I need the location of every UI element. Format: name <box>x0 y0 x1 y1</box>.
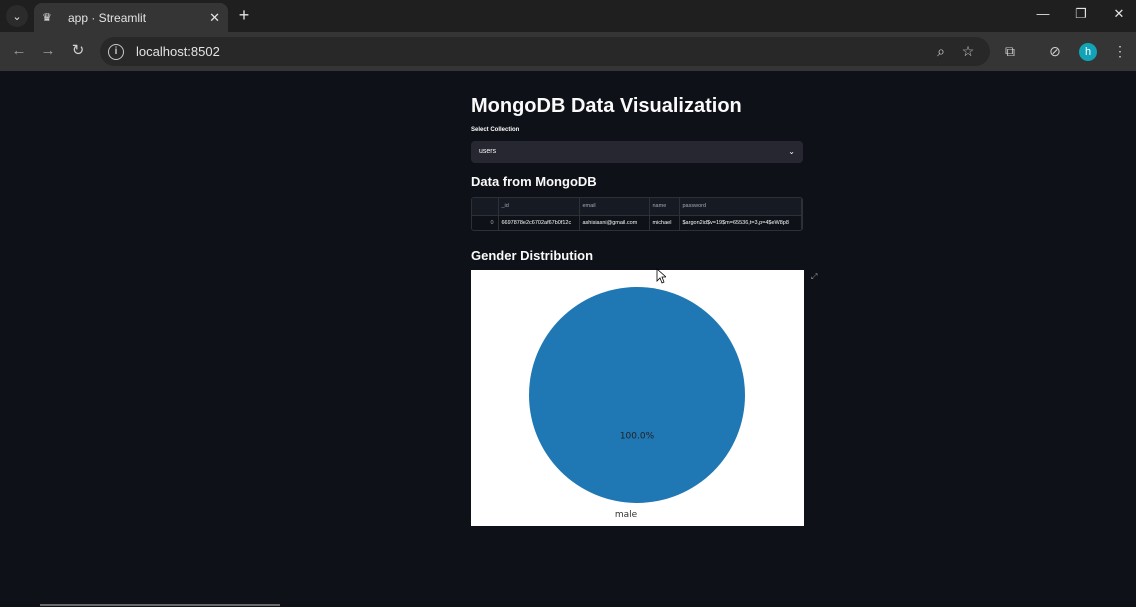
menu-dots-icon[interactable]: ⋮ <box>1110 41 1130 61</box>
column-header-email[interactable]: email <box>579 198 650 216</box>
column-header-index[interactable] <box>472 198 499 216</box>
profile-avatar[interactable]: h <box>1079 43 1097 61</box>
site-info-icon[interactable]: i <box>108 43 124 60</box>
select-collection-label: Select Collection <box>471 127 520 133</box>
streamlit-favicon-icon: ♛ <box>42 12 52 24</box>
restore-icon[interactable]: ❐ <box>1070 6 1092 22</box>
pie-slice-male <box>529 287 745 503</box>
minimize-icon[interactable]: — <box>1032 6 1054 21</box>
zoom-icon[interactable]: ⌕ <box>931 41 951 61</box>
browser-toolbar: ← → ↻ i localhost:8502 ⌕ ☆ ⧉ ⊘ ⋮ <box>0 32 1136 71</box>
window-close-icon[interactable]: ✕ <box>1108 6 1130 22</box>
forward-arrow-icon[interactable]: → <box>37 40 59 62</box>
collection-select[interactable]: users ⌄ <box>471 141 803 163</box>
table-header-row: _id email name password <box>472 198 802 216</box>
back-arrow-icon[interactable]: ← <box>8 40 30 62</box>
mouse-cursor-icon <box>656 268 666 284</box>
browser-tab-bar: ⌄ ♛ app · Streamlit ✕ + — ❐ ✕ <box>0 0 1136 32</box>
cell-name[interactable]: michael <box>649 215 680 230</box>
cell-id[interactable]: 6697878e2c6702af67b0f12c <box>498 215 580 230</box>
address-url: localhost:8502 <box>136 44 220 59</box>
new-tab-plus-icon[interactable]: + <box>234 5 254 25</box>
cell-index[interactable]: 0 <box>472 215 499 230</box>
table-row: 0 6697878e2c6702af67b0f12c ashisiasni@gm… <box>472 215 802 230</box>
chevron-down-icon: ⌄ <box>788 147 795 156</box>
collection-select-value: users <box>479 148 497 155</box>
address-bar[interactable]: i localhost:8502 <box>100 37 990 66</box>
bookmark-star-icon[interactable]: ☆ <box>958 41 978 61</box>
page-load-progress <box>40 604 280 606</box>
tab-title: app · Streamlit <box>68 10 147 25</box>
pie-chart: 100.0% male <box>471 270 804 526</box>
column-header-id[interactable]: _id <box>498 198 580 216</box>
fullscreen-expand-icon[interactable]: ⤢ <box>811 272 817 282</box>
pie-data-label: 100.0% <box>620 432 655 442</box>
tab-close-icon[interactable]: ✕ <box>209 10 220 26</box>
data-heading: Data from MongoDB <box>471 174 597 189</box>
page-title: MongoDB Data Visualization <box>471 95 742 117</box>
reload-icon[interactable]: ↻ <box>67 40 89 62</box>
chart-heading: Gender Distribution <box>471 248 594 263</box>
extensions-icon[interactable]: ⧉ <box>1000 41 1020 61</box>
pie-chart-svg: 100.0% male <box>529 287 745 520</box>
browser-tab[interactable]: ♛ app · Streamlit ✕ <box>34 3 228 32</box>
cell-password[interactable]: $argon2id$v=19$m=65536,t=3,p=4$eW8p8 <box>679 215 802 230</box>
column-header-name[interactable]: name <box>649 198 680 216</box>
cell-email[interactable]: ashisiasni@gmail.com <box>579 215 650 230</box>
tab-search-chevron-icon[interactable]: ⌄ <box>6 5 28 27</box>
performance-icon[interactable]: ⊘ <box>1045 41 1065 61</box>
pie-category-label: male <box>615 510 638 520</box>
dataframe[interactable]: _id email name password 0 6697878e2c6702… <box>471 197 803 231</box>
column-header-password[interactable]: password <box>679 198 802 216</box>
